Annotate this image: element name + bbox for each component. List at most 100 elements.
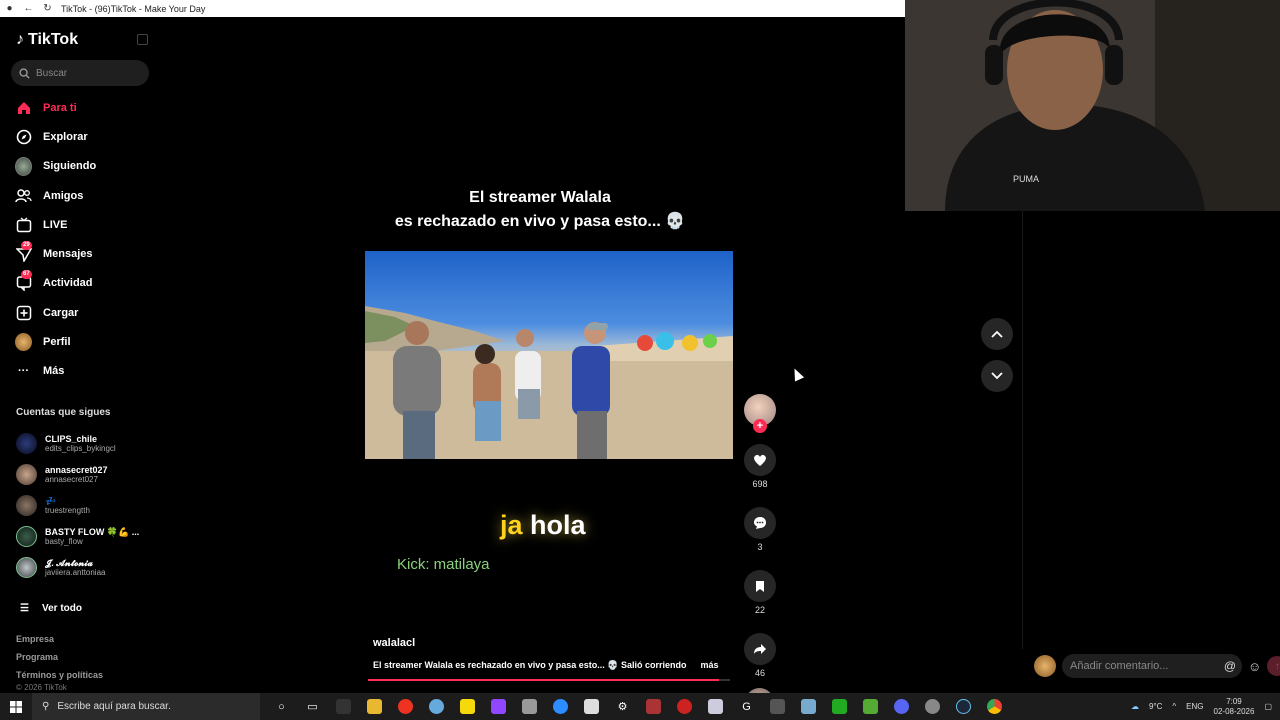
previous-video-button[interactable] (981, 318, 1013, 350)
following-handle: javiiera.anttoniaa (45, 567, 106, 577)
chrome-icon[interactable] (979, 693, 1010, 720)
following-handle: truestrengtth (45, 505, 90, 515)
clock[interactable]: 7:09 02-08-2026 (1214, 697, 1255, 717)
following-item[interactable]: BASTY FLOW 🍀💪 ... basty_flow (16, 521, 156, 552)
nav-explorar[interactable]: Explorar (0, 122, 160, 151)
app-icon[interactable] (793, 693, 824, 720)
nav-actividad[interactable]: 67 Actividad (0, 269, 160, 298)
live-icon (15, 216, 32, 233)
opera-icon[interactable] (390, 693, 421, 720)
steam-icon[interactable] (948, 693, 979, 720)
avatar (16, 433, 37, 454)
settings-icon[interactable]: ⚙ (607, 693, 638, 720)
comment-button[interactable] (744, 507, 776, 539)
start-button[interactable] (0, 693, 32, 720)
following-item[interactable]: annasecret027 annasecret027 (16, 459, 156, 490)
app-icon[interactable] (700, 693, 731, 720)
footer-links: Empresa Programa Términos y políticas (16, 630, 103, 684)
nav-mas[interactable]: ··· Más (0, 357, 160, 386)
emoji-icon[interactable]: ☺ (1248, 659, 1261, 674)
next-video-button[interactable] (981, 360, 1013, 392)
app-icon[interactable] (824, 693, 855, 720)
list-icon: ☰ (20, 603, 29, 614)
minecraft-icon[interactable] (855, 693, 886, 720)
nav-siguiendo[interactable]: Siguiendo (0, 152, 160, 181)
file-explorer-icon[interactable] (359, 693, 390, 720)
windows-taskbar: ⚲ Escribe aquí para buscar. ○ ▭ ⚙ G ☁ 9°… (0, 693, 1280, 720)
home-icon (15, 99, 32, 116)
video-overlay-title: El streamer Walala es rechazado en vivo … (360, 186, 720, 234)
following-item[interactable]: 💤 truestrengtth (16, 490, 156, 521)
footer-link-empresa[interactable]: Empresa (16, 630, 103, 648)
twitch-icon[interactable] (483, 693, 514, 720)
webcam-person-image: PUMA (905, 0, 1280, 211)
nav-label: Perfil (43, 336, 71, 349)
following-item[interactable]: CLIPS_chile edits_clips_bykingcl (16, 428, 156, 459)
app-icon[interactable] (576, 693, 607, 720)
discord-icon[interactable] (886, 693, 917, 720)
see-all-button[interactable]: ☰ Ver todo (20, 603, 82, 614)
send-comment-button[interactable]: ↑ (1267, 656, 1280, 676)
nav-para-ti[interactable]: Para ti (0, 93, 160, 122)
share-button[interactable] (744, 633, 776, 665)
taskbar-search[interactable]: ⚲ Escribe aquí para buscar. (32, 693, 260, 720)
tiktok-logo[interactable]: ♪ TikTok (16, 31, 78, 49)
creator-avatar[interactable]: + (744, 394, 776, 433)
mention-icon[interactable]: @ (1224, 659, 1236, 673)
description-text: El streamer Walala es rechazado en vivo … (373, 660, 687, 670)
footer-link-programa[interactable]: Programa (16, 648, 103, 666)
app-icon[interactable]: G (731, 693, 762, 720)
mouse-cursor (789, 366, 805, 382)
copyright: © 2026 TikTok (16, 683, 67, 692)
zoom-icon[interactable] (545, 693, 576, 720)
app-icon[interactable] (421, 693, 452, 720)
app-icon[interactable] (514, 693, 545, 720)
app-icon[interactable] (762, 693, 793, 720)
save-button[interactable] (744, 570, 776, 602)
bookmark-icon (756, 580, 764, 592)
nav-label: Más (43, 365, 65, 378)
more-button[interactable]: más (701, 660, 719, 671)
app-icon[interactable] (669, 693, 700, 720)
like-button[interactable] (744, 444, 776, 476)
avatar (16, 464, 37, 485)
notifications-icon[interactable]: ▢ (1264, 702, 1272, 711)
app-icon[interactable] (917, 693, 948, 720)
nav-label: Para ti (43, 101, 77, 114)
browser-app-icon: ● (6, 3, 13, 14)
search-icon: ⚲ (42, 701, 50, 712)
nav-amigos[interactable]: Amigos (0, 181, 160, 210)
app-icon[interactable] (638, 693, 669, 720)
collapse-sidebar-icon[interactable] (137, 34, 148, 45)
following-item[interactable]: 𝓙. 𝓐𝓷𝓽𝓸𝓷𝓲𝓪 javiiera.anttoniaa (16, 552, 156, 583)
footer-link-terminos[interactable]: Términos y políticas (16, 666, 103, 684)
webcam-overlay: PUMA (905, 0, 1280, 211)
nav-mensajes[interactable]: 29 Mensajes (0, 239, 160, 268)
app-icon[interactable] (328, 693, 359, 720)
follow-plus-icon[interactable]: + (753, 419, 767, 433)
weather-temp[interactable]: 9°C (1149, 702, 1162, 711)
nav-perfil[interactable]: Perfil (0, 327, 160, 356)
compass-icon (15, 128, 32, 145)
nav-live[interactable]: LIVE (0, 210, 160, 239)
back-icon[interactable]: ← (23, 3, 34, 14)
overlay-title-line1: El streamer Walala (469, 189, 611, 206)
video-progress-bar[interactable] (368, 679, 730, 681)
language-indicator[interactable]: ENG (1186, 702, 1203, 711)
sticky-notes-icon[interactable] (452, 693, 483, 720)
following-handle: basty_flow (45, 536, 83, 546)
kick-watermark: Kick: matilaya (397, 556, 490, 573)
nav-cargar[interactable]: Cargar (0, 298, 160, 327)
svg-text:PUMA: PUMA (1013, 174, 1039, 184)
logo-text: TikTok (28, 31, 79, 48)
comment-input[interactable]: Añadir comentario... @ (1062, 654, 1242, 678)
nav-label: Amigos (43, 189, 84, 202)
reload-icon[interactable]: ↻ (42, 3, 53, 14)
following-name: 𝓙. 𝓐𝓷𝓽𝓸𝓷𝓲𝓪 (45, 557, 93, 568)
cortana-icon[interactable]: ○ (266, 693, 297, 720)
messages-badge: 29 (21, 240, 32, 250)
task-view-icon[interactable]: ▭ (297, 693, 328, 720)
chevron-up-icon[interactable]: ^ (1172, 702, 1176, 711)
video-author[interactable]: walalacl (373, 637, 415, 649)
search-input[interactable]: Buscar (11, 60, 149, 86)
